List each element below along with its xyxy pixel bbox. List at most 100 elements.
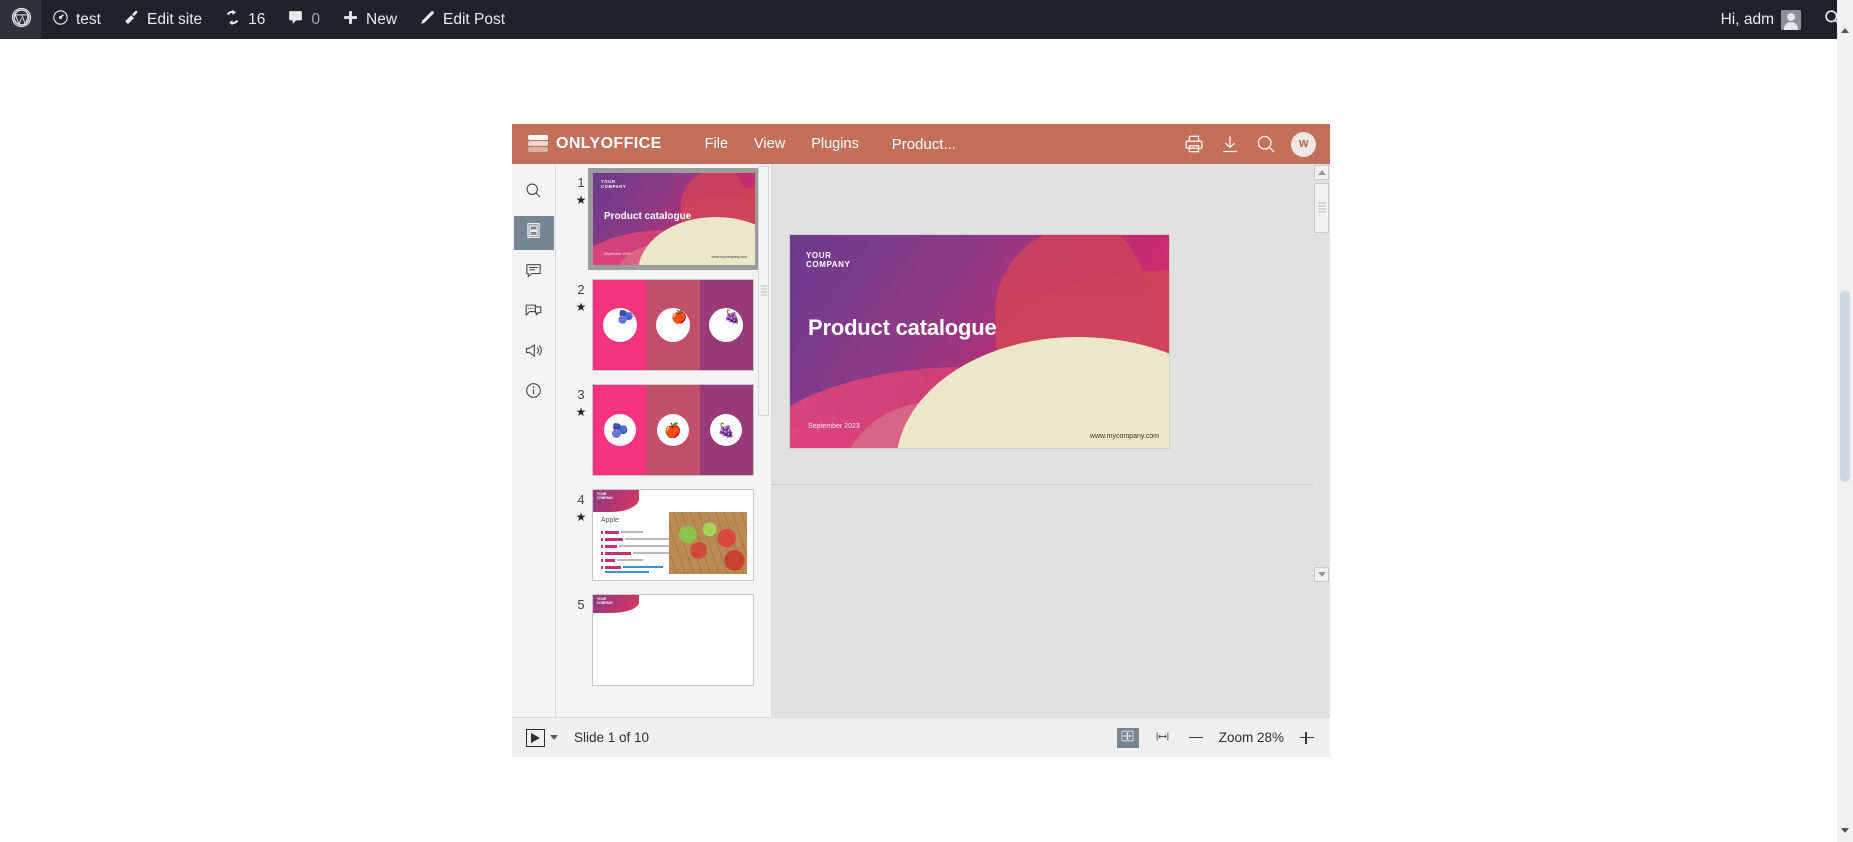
download-icon[interactable]: [1219, 133, 1241, 155]
brush-icon: [123, 9, 140, 31]
user-avatar-icon: [1781, 9, 1801, 30]
list-item[interactable]: 5 YOUR COMPANY: [570, 594, 760, 686]
page-scroll-thumb[interactable]: [1840, 290, 1850, 482]
sidebar-item-search[interactable]: [514, 176, 554, 210]
slide-thumbnail-2[interactable]: 🫐 🍎 🍇: [592, 279, 754, 371]
document-tab[interactable]: Product...: [882, 132, 966, 157]
editor-menu-bar: File View Plugins: [692, 131, 872, 157]
fruit-plum-icon: 🫐: [610, 421, 629, 438]
play-icon: [531, 732, 540, 743]
comments-icon: [524, 261, 543, 285]
thumb-date-label: September 2023: [604, 252, 631, 256]
thumb-website-label: www.mycompany.com: [711, 255, 747, 259]
slide-thumbnail-1[interactable]: YOUR COMPANY Product catalogue September …: [588, 168, 760, 270]
list-item[interactable]: 2 ★ 🫐 🍎 🍇: [570, 279, 760, 371]
sidebar-item-slides[interactable]: [513, 216, 554, 250]
menu-item-plugins[interactable]: Plugins: [798, 131, 872, 157]
updates-icon: [224, 9, 241, 31]
adminbar-comments-count: 0: [311, 10, 320, 28]
adminbar-item-edit-site[interactable]: Edit site: [112, 0, 213, 39]
wordpress-logo-button[interactable]: [0, 0, 41, 39]
page-scroll-up-arrow[interactable]: [1837, 22, 1853, 38]
list-item[interactable]: 3 ★ 🫐 🍎 🍇: [570, 384, 760, 476]
slide-thumbnail-4[interactable]: YOUR COMPANY Apple: [592, 489, 754, 581]
list-item[interactable]: 1 ★ YOUR COMPANY Product catalogue Septem…: [570, 168, 760, 270]
canvas-scrollbar[interactable]: [1313, 164, 1330, 717]
sidebar-item-about[interactable]: [514, 376, 554, 410]
adminbar-edit-post-label: Edit Post: [443, 10, 506, 28]
thumbnail-number: 3: [577, 387, 585, 402]
editor-body: 1 ★ YOUR COMPANY Product catalogue Septem…: [512, 164, 1330, 717]
fruit-grapes-icon: 🍇: [724, 309, 741, 324]
page-title: Product catalogue: [808, 315, 997, 340]
wordpress-admin-bar: test Edit site 16 0 New Edit Post Hi, ad…: [0, 0, 1853, 39]
adminbar-site-label: test: [76, 10, 101, 28]
zoom-out-button[interactable]: [1187, 729, 1205, 747]
thumbnails-scroll-thumb[interactable]: [760, 285, 767, 297]
slide-counter: Slide 1 of 10: [574, 730, 650, 745]
canvas-scroll-up-arrow[interactable]: [1314, 165, 1329, 180]
sidebar-item-feedback[interactable]: [514, 336, 554, 370]
adminbar-right-group: Hi, adm: [1710, 0, 1853, 39]
print-icon[interactable]: [1183, 133, 1205, 155]
onlyoffice-logo[interactable]: ONLYOFFICE: [512, 135, 662, 153]
menu-item-view[interactable]: View: [741, 131, 798, 157]
chat-icon: [524, 301, 543, 325]
plus-icon: [342, 9, 359, 31]
slide-artwork: YOUR COMPANY Apple: [593, 490, 753, 580]
adminbar-item-site[interactable]: test: [41, 0, 112, 39]
adminbar-item-updates[interactable]: 16: [213, 0, 276, 39]
fit-to-width-button[interactable]: [1153, 728, 1173, 748]
chevron-down-icon[interactable]: [550, 735, 558, 740]
thumb-company-label: YOUR COMPANY: [601, 179, 627, 189]
adminbar-item-edit-post[interactable]: Edit Post: [408, 0, 516, 39]
adminbar-item-new[interactable]: New: [331, 0, 408, 39]
thumbnail-meta: 4 ★: [570, 489, 592, 523]
current-slide[interactable]: YOUR COMPANY Product catalogue September …: [790, 235, 1169, 448]
status-bar-right: Zoom 28%: [1116, 727, 1316, 748]
page-scroll-down-arrow[interactable]: [1837, 822, 1853, 838]
fit-to-slide-button[interactable]: [1116, 727, 1139, 748]
zoom-in-button[interactable]: [1298, 729, 1316, 747]
start-slideshow-button[interactable]: [526, 728, 545, 747]
adminbar-updates-count: 16: [248, 10, 266, 28]
fruit-plum-icon: 🫐: [617, 309, 634, 324]
thumbnail-meta: 5: [570, 594, 592, 611]
fit-to-slide-icon: [1120, 729, 1135, 746]
onlyoffice-layers-icon: [528, 135, 548, 153]
slide-thumbnail-3[interactable]: 🫐 🍎 🍇: [592, 384, 754, 476]
thumb-company-label: YOUR COMPANY: [597, 492, 614, 500]
thumb-slide-title: Apple: [601, 517, 619, 524]
onlyoffice-brand-label: ONLYOFFICE: [556, 135, 662, 152]
sidebar-item-comments[interactable]: [514, 256, 554, 290]
thumbnails-scrollbar[interactable]: [758, 166, 769, 416]
thumbnail-number: 1: [577, 175, 585, 190]
menu-item-file[interactable]: File: [692, 131, 741, 157]
slide-thumbnail-5[interactable]: YOUR COMPANY: [592, 594, 754, 686]
list-item[interactable]: 4 ★ YOUR COMPANY Apple: [570, 489, 760, 581]
slides-icon: [524, 221, 543, 245]
canvas-scroll-down-arrow[interactable]: [1314, 567, 1329, 582]
canvas-scroll-thumb[interactable]: [1314, 183, 1329, 233]
comment-bubble-icon: [287, 9, 304, 31]
editor-header: ONLYOFFICE File View Plugins Product...: [512, 124, 1330, 164]
adminbar-item-comments[interactable]: 0: [276, 0, 331, 39]
slide-canvas-area[interactable]: YOUR COMPANY Product catalogue September …: [772, 164, 1330, 717]
search-icon[interactable]: [1255, 133, 1277, 155]
onlyoffice-editor-window: ONLYOFFICE File View Plugins Product...: [512, 124, 1330, 757]
slide-date-label: September 2023: [808, 423, 860, 430]
editor-header-actions: W: [1183, 131, 1330, 157]
thumb-company-label: YOUR COMPANY: [597, 597, 614, 605]
zoom-level-label: Zoom 28%: [1218, 730, 1284, 745]
slide-thumbnails-panel[interactable]: 1 ★ YOUR COMPANY Product catalogue Septem…: [556, 164, 772, 717]
thumbnail-meta: 2 ★: [570, 279, 592, 313]
info-icon: [524, 381, 543, 405]
avatar[interactable]: W: [1291, 131, 1316, 157]
page-scrollbar[interactable]: [1837, 0, 1853, 842]
pencil-icon: [419, 9, 436, 31]
adminbar-my-account[interactable]: Hi, adm: [1710, 0, 1812, 39]
adminbar-greeting: Hi, adm: [1720, 10, 1774, 28]
thumbnail-number: 4: [577, 492, 585, 507]
fit-to-width-icon: [1154, 729, 1171, 747]
sidebar-item-chat[interactable]: [514, 296, 554, 330]
